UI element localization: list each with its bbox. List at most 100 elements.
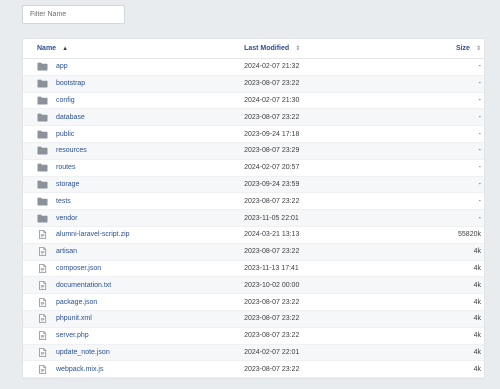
file-link[interactable]: webpack.mix.js	[56, 366, 103, 373]
folder-link[interactable]: public	[56, 131, 74, 138]
modified-date: 2023-11-05 22:01	[244, 214, 299, 222]
file-size: -	[478, 130, 481, 138]
modified-date: 2024-02-07 21:32	[244, 63, 300, 71]
file-size: 4k	[473, 281, 481, 289]
sort-by-modified-link[interactable]: Last Modified ⇕	[244, 45, 300, 52]
file-size: 4k	[473, 315, 481, 323]
modified-date: 2023-08-07 23:22	[244, 80, 300, 88]
table-body: app 2024-02-07 21:32 - bootstrap 2023-08-07 …	[23, 59, 484, 379]
file-link[interactable]: update_note.json	[56, 349, 110, 356]
modified-date: 2023-10-02 00:00	[244, 281, 300, 289]
file-link[interactable]: phpunit.xml	[56, 315, 92, 322]
file-size: -	[478, 80, 481, 88]
folder-link[interactable]: database	[56, 114, 85, 121]
sort-by-size-link[interactable]: Size ⇕	[456, 45, 481, 52]
table-row: resources 2023-08-07 23:29 -	[23, 142, 484, 160]
modified-date: 2023-08-07 23:22	[244, 113, 300, 121]
table-row: app 2024-02-07 21:32 -	[23, 59, 484, 76]
table-row: vendor 2023-11-05 22:01 -	[23, 210, 484, 227]
name-header-label: Name	[37, 45, 57, 52]
modified-date: 2024-02-07 22:01	[244, 348, 300, 356]
file-size: 4k	[473, 248, 481, 256]
file-size: -	[478, 96, 481, 104]
table-row: documentation.txt 2023-10-02 00:00 4k	[23, 277, 484, 295]
folder-link[interactable]: storage	[56, 181, 79, 188]
modified-date: 2024-02-07 20:57	[244, 164, 300, 172]
file-icon	[37, 364, 48, 374]
file-size: 4k	[473, 298, 481, 306]
file-icon	[37, 331, 48, 341]
folder-icon	[37, 130, 48, 139]
folder-icon	[37, 62, 48, 71]
modified-date: 2023-08-07 23:22	[244, 332, 300, 340]
file-icon	[37, 297, 48, 307]
modified-date: 2023-09-24 17:18	[244, 130, 300, 138]
file-size: -	[478, 113, 481, 121]
file-icon	[37, 230, 48, 240]
folder-link[interactable]: config	[56, 97, 75, 104]
folder-icon	[37, 163, 48, 172]
table-row: package.json 2023-08-07 23:22 4k	[23, 294, 484, 311]
modified-date: 2023-09-24 23:59	[244, 180, 300, 188]
folder-link[interactable]: tests	[56, 198, 71, 205]
modified-date: 2023-08-07 23:22	[244, 315, 300, 323]
file-link[interactable]: package.json	[56, 299, 97, 306]
folder-link[interactable]: resources	[56, 147, 87, 154]
modified-date: 2023-08-07 23:22	[244, 197, 300, 205]
table-row: public 2023-09-24 17:18 -	[23, 126, 484, 143]
file-icon	[37, 247, 48, 257]
folder-icon	[37, 197, 48, 206]
file-link[interactable]: documentation.txt	[56, 282, 111, 289]
file-link[interactable]: composer.json	[56, 265, 101, 272]
table-row: tests 2023-08-07 23:22 -	[23, 193, 484, 211]
file-link[interactable]: artisan	[56, 248, 77, 255]
modified-date: 2023-11-13 17:41	[244, 264, 299, 272]
table-row: config 2024-02-07 21:30 -	[23, 93, 484, 110]
sort-by-name-link[interactable]: Name ▲	[37, 45, 68, 52]
file-size: -	[478, 147, 481, 155]
sort-toggle-icon: ⇕	[475, 46, 481, 52]
modified-date: 2023-08-07 23:22	[244, 365, 300, 373]
table-row: webpack.mix.js 2023-08-07 23:22 4k	[23, 361, 484, 379]
modified-date: 2024-03-21 13:13	[244, 231, 300, 239]
file-size: -	[478, 197, 481, 205]
file-size: 55820k	[458, 231, 481, 239]
file-size: -	[478, 164, 481, 172]
file-size: 4k	[473, 332, 481, 340]
sort-toggle-icon: ⇕	[295, 46, 301, 52]
filter-name-input[interactable]	[22, 5, 125, 24]
folder-icon	[37, 96, 48, 105]
file-link[interactable]: alumni-laravel-script.zip	[56, 231, 130, 238]
file-listing-table: Name ▲ Last Modified ⇕ Size ⇕ app 2024-02…	[22, 38, 485, 380]
folder-icon	[37, 180, 48, 189]
file-icon	[37, 264, 48, 273]
file-size: 4k	[473, 348, 481, 356]
file-icon	[37, 348, 48, 357]
file-icon	[37, 314, 48, 324]
modified-date: 2023-08-07 23:22	[244, 248, 300, 256]
folder-link[interactable]: app	[56, 63, 68, 70]
file-icon	[37, 280, 48, 290]
modified-date: 2023-08-07 23:22	[244, 298, 300, 306]
folder-link[interactable]: routes	[56, 164, 75, 171]
table-row: alumni-laravel-script.zip 2024-03-21 13:1…	[23, 227, 484, 244]
sort-ascending-icon: ▲	[62, 45, 69, 52]
folder-icon	[37, 214, 48, 223]
table-row: routes 2024-02-07 20:57 -	[23, 160, 484, 177]
folder-link[interactable]: bootstrap	[56, 80, 85, 87]
folder-icon	[37, 113, 48, 122]
modified-header-label: Last Modified	[244, 45, 290, 52]
table-row: phpunit.xml 2023-08-07 23:22 4k	[23, 310, 484, 328]
folder-link[interactable]: vendor	[56, 215, 77, 222]
file-link[interactable]: server.php	[56, 332, 89, 339]
table-row: server.php 2023-08-07 23:22 4k	[23, 328, 484, 345]
folder-icon	[37, 146, 48, 155]
table-header: Name ▲ Last Modified ⇕ Size ⇕	[23, 39, 484, 59]
table-row: composer.json 2023-11-13 17:41 4k	[23, 261, 484, 278]
table-row: storage 2023-09-24 23:59 -	[23, 176, 484, 194]
file-size: 4k	[473, 264, 481, 272]
table-row: update_note.json 2024-02-07 22:01 4k	[23, 344, 484, 362]
file-size: -	[478, 63, 481, 71]
file-size: -	[478, 214, 481, 222]
modified-date: 2023-08-07 23:29	[244, 147, 300, 155]
